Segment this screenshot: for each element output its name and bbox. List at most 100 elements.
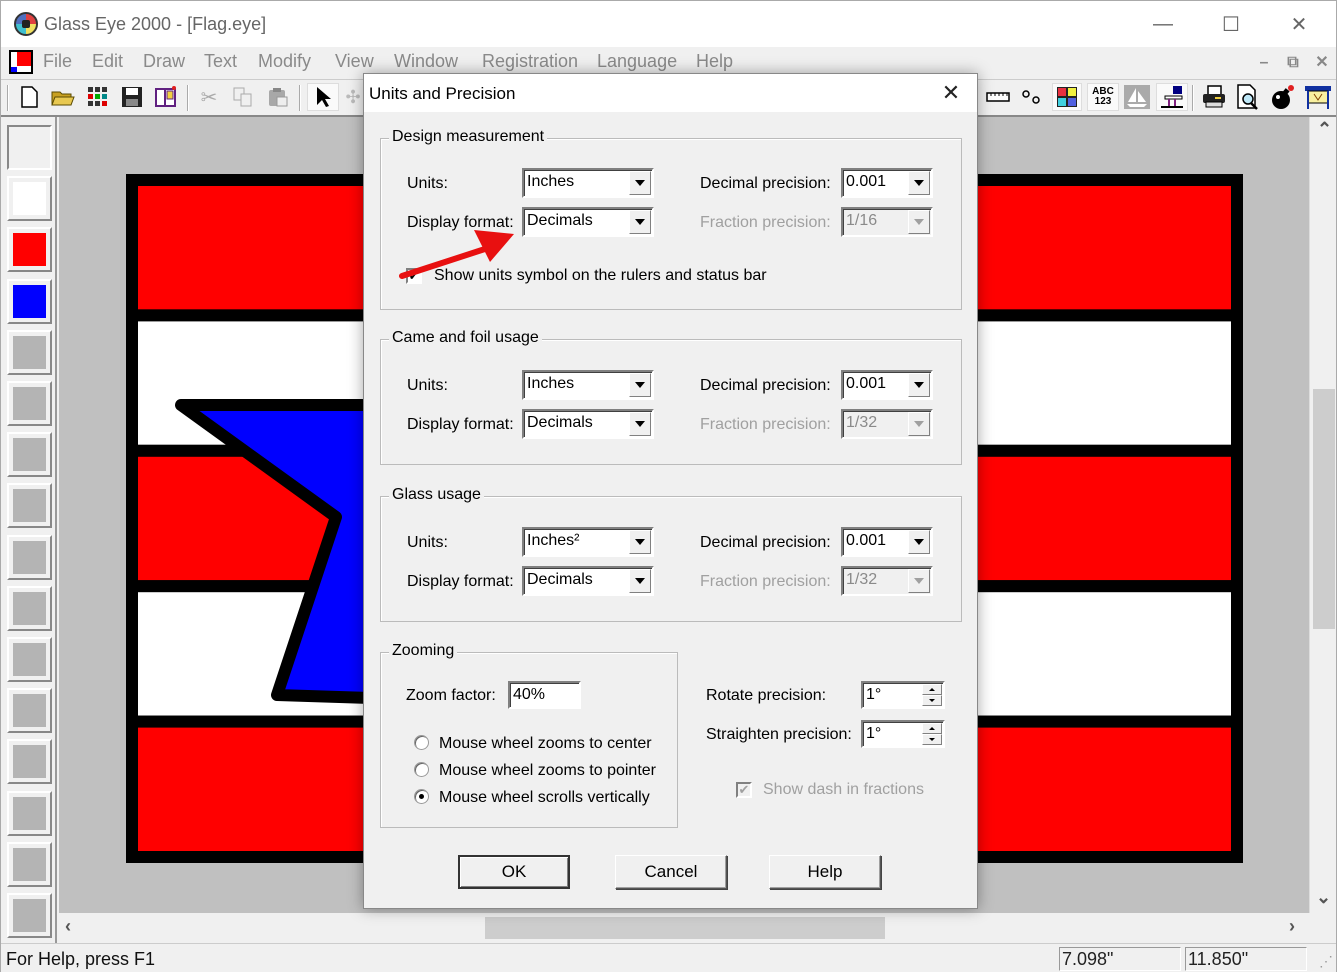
palette-swatch-gray[interactable]	[7, 841, 52, 887]
chevron-down-icon[interactable]	[908, 569, 930, 593]
chevron-down-icon[interactable]	[629, 210, 651, 234]
book-button[interactable]	[152, 83, 180, 111]
open-button[interactable]	[49, 83, 77, 111]
ok-button[interactable]: OK	[458, 855, 570, 889]
chevron-down-icon[interactable]	[908, 412, 930, 436]
copy-button[interactable]	[229, 83, 257, 111]
menu-draw[interactable]: Draw	[143, 51, 185, 72]
maximize-button[interactable]: ☐	[1197, 1, 1265, 47]
palette-swatch-gray[interactable]	[7, 893, 52, 938]
vertical-scroll-thumb[interactable]	[1313, 389, 1335, 629]
horizontal-scroll-thumb[interactable]	[485, 917, 885, 939]
came-units-select[interactable]: Inches	[522, 370, 654, 400]
scroll-left-icon[interactable]: ‹	[65, 916, 71, 937]
straighten-spin-buttons[interactable]	[922, 723, 942, 745]
palette-swatch-empty[interactable]	[7, 125, 52, 170]
came-fraction-select[interactable]: 1/32	[841, 409, 933, 439]
menu-help[interactable]: Help	[696, 51, 733, 72]
vertical-scrollbar[interactable]: ⌃ ⌄	[1309, 117, 1336, 913]
minimize-button[interactable]: —	[1129, 1, 1197, 47]
palette-swatch-blue[interactable]	[7, 278, 52, 324]
radio-zoom-center-label[interactable]: Mouse wheel zooms to center	[439, 735, 652, 753]
palette-swatch-gray[interactable]	[7, 483, 52, 529]
bomb-button[interactable]	[1268, 83, 1298, 111]
nodes-button[interactable]	[1017, 83, 1045, 111]
scroll-down-icon[interactable]: ⌄	[1316, 887, 1331, 908]
ruler-button[interactable]	[983, 83, 1013, 111]
menu-modify[interactable]: Modify	[258, 51, 311, 72]
scroll-up-icon[interactable]: ⌃	[1317, 119, 1332, 140]
cut-button[interactable]: ✂	[195, 83, 223, 111]
design-fraction-select[interactable]: 1/16	[841, 207, 933, 237]
menu-registration[interactable]: Registration	[482, 51, 578, 72]
glass-fraction-select[interactable]: 1/32	[841, 566, 933, 596]
mdi-close-button[interactable]: ✕	[1310, 51, 1334, 75]
show-dash-checkbox[interactable]: ✔	[736, 782, 752, 798]
pointer-tool-button[interactable]	[307, 83, 339, 111]
palette-swatch-gray[interactable]	[7, 688, 52, 734]
menu-file[interactable]: File	[43, 51, 72, 72]
puzzle-tool-button[interactable]: ✣	[343, 83, 363, 111]
print-preview-button[interactable]	[1233, 83, 1263, 111]
save-button[interactable]	[118, 83, 146, 111]
came-decimal-select[interactable]: 0.001	[841, 370, 933, 400]
glass-format-select[interactable]: Decimals	[522, 566, 654, 596]
resize-grip-icon[interactable]: ⋰	[1319, 953, 1333, 970]
chevron-down-icon[interactable]	[629, 373, 651, 397]
palette-swatch-gray[interactable]	[7, 739, 52, 785]
menu-edit[interactable]: Edit	[92, 51, 123, 72]
glass-palette-button[interactable]	[84, 83, 112, 111]
zoom-factor-input[interactable]: 40%	[508, 681, 581, 709]
palette-swatch-white[interactable]	[7, 176, 52, 222]
palette-swatch-gray[interactable]	[7, 534, 52, 580]
mdi-minimize-button[interactable]: –	[1252, 51, 1276, 75]
glass-units-select[interactable]: Inches²	[522, 527, 654, 557]
radio-scroll-vertically[interactable]	[414, 789, 429, 804]
radio-zoom-center[interactable]	[414, 735, 429, 750]
document-system-menu-icon[interactable]	[9, 50, 33, 74]
sailboat-button[interactable]	[1122, 83, 1152, 111]
menu-view[interactable]: View	[335, 51, 374, 72]
print-button[interactable]	[1199, 83, 1229, 111]
spin-up-icon[interactable]	[922, 723, 942, 734]
menu-window[interactable]: Window	[394, 51, 458, 72]
menu-language[interactable]: Language	[597, 51, 677, 72]
palette-swatch-gray[interactable]	[7, 432, 52, 478]
chevron-down-icon[interactable]	[629, 569, 651, 593]
mdi-restore-button[interactable]: ⧉	[1281, 51, 1305, 75]
chevron-down-icon[interactable]	[908, 373, 930, 397]
glass-decimal-select[interactable]: 0.001	[841, 527, 933, 557]
design-units-select[interactable]: Inches	[522, 168, 654, 198]
palette-swatch-gray[interactable]	[7, 790, 52, 836]
chevron-down-icon[interactable]	[908, 210, 930, 234]
abc-123-button[interactable]: ABC 123	[1087, 83, 1119, 111]
palette-swatch-red[interactable]	[7, 227, 52, 273]
chevron-down-icon[interactable]	[908, 530, 930, 554]
plotter-button[interactable]	[1302, 83, 1334, 111]
radio-scroll-vertically-label[interactable]: Mouse wheel scrolls vertically	[439, 789, 650, 807]
menu-text[interactable]: Text	[204, 51, 237, 72]
chevron-down-icon[interactable]	[629, 171, 651, 195]
radio-zoom-pointer-label[interactable]: Mouse wheel zooms to pointer	[439, 762, 656, 780]
rotate-spin-buttons[interactable]	[922, 684, 942, 706]
design-format-select[interactable]: Decimals	[522, 207, 654, 237]
straighten-precision-spinner[interactable]: 1°	[861, 720, 945, 748]
palette-swatch-gray[interactable]	[7, 329, 52, 375]
design-decimal-select[interactable]: 0.001	[841, 168, 933, 198]
rotate-precision-spinner[interactable]: 1°	[861, 681, 945, 709]
came-format-select[interactable]: Decimals	[522, 409, 654, 439]
help-button[interactable]: Help	[769, 855, 881, 889]
chevron-down-icon[interactable]	[629, 412, 651, 436]
color-grid-button[interactable]	[1052, 83, 1082, 111]
spin-up-icon[interactable]	[922, 684, 942, 695]
chevron-down-icon[interactable]	[629, 530, 651, 554]
flag-stand-button[interactable]	[1156, 83, 1188, 111]
dialog-close-button[interactable]: ✕	[931, 76, 971, 110]
spin-down-icon[interactable]	[922, 695, 942, 706]
scroll-right-icon[interactable]: ›	[1289, 916, 1295, 937]
chevron-down-icon[interactable]	[908, 171, 930, 195]
spin-down-icon[interactable]	[922, 734, 942, 745]
close-button[interactable]: ✕	[1265, 1, 1333, 47]
radio-zoom-pointer[interactable]	[414, 762, 429, 777]
palette-swatch-gray[interactable]	[7, 381, 52, 426]
